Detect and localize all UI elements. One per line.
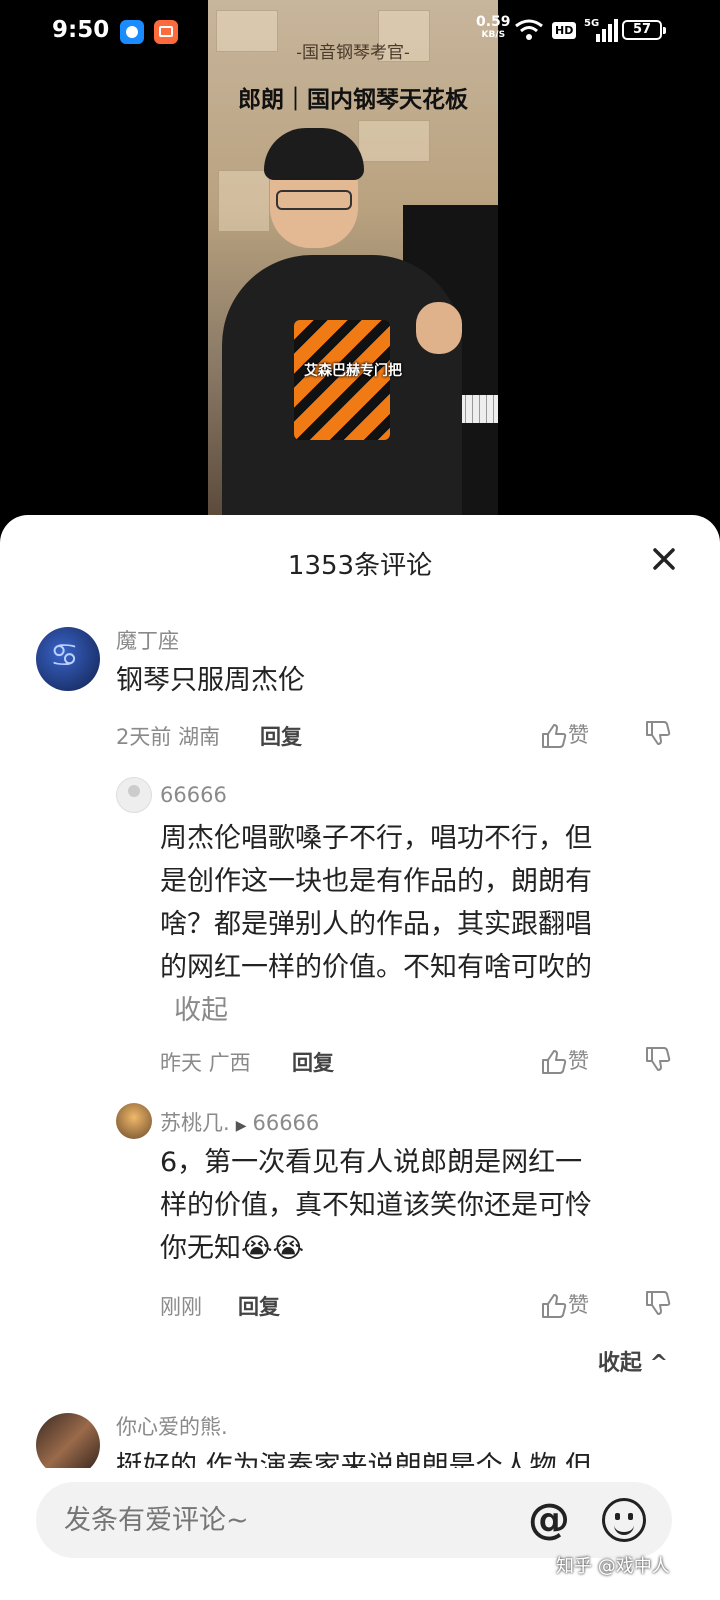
close-icon[interactable] <box>648 543 680 575</box>
emoji-icon[interactable] <box>602 1498 646 1542</box>
status-time: 9:50 <box>52 17 110 43</box>
person-hand <box>416 302 462 354</box>
comment-meta: 2天前 湖南 <box>116 721 220 751</box>
comment-time: 昨天 <box>160 1051 202 1075</box>
dislike-button[interactable] <box>644 1289 672 1317</box>
reply-button[interactable]: 回复 <box>260 721 302 751</box>
thumbs-down-icon <box>646 1291 671 1315</box>
comment-meta: 昨天 广西 <box>160 1047 251 1077</box>
reader-app-icon <box>154 20 178 44</box>
reply-button[interactable]: 回复 <box>238 1291 280 1321</box>
comment-location: 湖南 <box>178 725 221 749</box>
comment-count-title: 1353条评论 <box>287 551 433 581</box>
browser-app-icon <box>120 20 144 44</box>
comment-text[interactable]: 钢琴只服周杰伦 <box>116 659 305 702</box>
network-speed: 0.59 KB/S <box>476 14 511 40</box>
video-caption: 艾森巴赫专门把 <box>304 363 402 379</box>
reply-button[interactable]: 回复 <box>292 1047 334 1077</box>
thumbs-down-icon <box>646 721 671 745</box>
comment-time: 刚刚 <box>160 1295 202 1319</box>
collapse-text-link[interactable]: 收起 <box>174 995 228 1026</box>
glasses <box>276 190 352 210</box>
thumbs-up-icon <box>542 724 567 748</box>
wall-panel <box>358 120 430 162</box>
dislike-button[interactable] <box>644 719 672 747</box>
like-button[interactable]: 赞 <box>540 1289 589 1320</box>
avatar[interactable] <box>36 627 100 691</box>
hd-badge: HD <box>552 22 577 39</box>
comment-input[interactable] <box>36 1482 672 1558</box>
status-bar: 9:50 0.59 KB/S HD 5G 57 <box>0 0 720 64</box>
comment-sheet: 1353条评论 魔丁座 钢琴只服周杰伦 2天前 湖南 回复 赞 66666 周杰… <box>0 515 720 1600</box>
tiger-print <box>294 320 390 440</box>
watermark: 知乎 @戏中人 <box>556 1556 670 1577</box>
video-player[interactable]: -国音钢琴考官- 郎朗｜国内钢琴天花板 艾森巴赫专门把 <box>208 0 498 520</box>
comment-username[interactable]: 苏桃几. ▶ 66666 <box>160 1107 319 1137</box>
battery-icon: 57 <box>622 20 666 40</box>
wifi-icon <box>515 19 543 40</box>
comment-username[interactable]: 魔丁座 <box>116 625 179 655</box>
dislike-button[interactable] <box>644 1045 672 1073</box>
comment-username[interactable]: 66666 <box>160 783 227 807</box>
comment-text[interactable]: 周杰伦唱歌嗓子不行，唱功不行，但 是创作这一块也是有作品的，朗朗有 啥？都是弹别… <box>160 817 592 1032</box>
collapse-replies-button[interactable]: 收起 ^ <box>598 1345 668 1377</box>
comment-input-bar: @ 知乎 @戏中人 <box>0 1468 720 1600</box>
thumbs-up-icon <box>542 1294 567 1318</box>
like-button[interactable]: 赞 <box>540 719 589 750</box>
signal-icon: 5G <box>584 18 618 42</box>
comment-time: 2天前 <box>116 725 172 749</box>
reply-arrow-icon: ▶ <box>235 1118 247 1134</box>
thumbs-down-icon <box>646 1047 671 1071</box>
mention-icon[interactable]: @ <box>528 1494 570 1544</box>
person-hair <box>264 128 364 180</box>
like-button[interactable]: 赞 <box>540 1045 589 1076</box>
thumbs-up-icon <box>542 1050 567 1074</box>
avatar[interactable] <box>116 1103 152 1139</box>
svg-text:5G: 5G <box>584 18 599 29</box>
comment-username[interactable]: 你心爱的熊. <box>116 1411 228 1441</box>
wall-panel <box>218 170 270 232</box>
avatar[interactable] <box>116 777 152 813</box>
comment-location: 广西 <box>208 1051 251 1075</box>
video-title: 郎朗｜国内钢琴天花板 <box>238 86 468 113</box>
comment-text[interactable]: 6，第一次看见有人说郎朗是网红一 样的价值，真不知道该笑你还是可怜 你无知😭😭 <box>160 1141 592 1270</box>
